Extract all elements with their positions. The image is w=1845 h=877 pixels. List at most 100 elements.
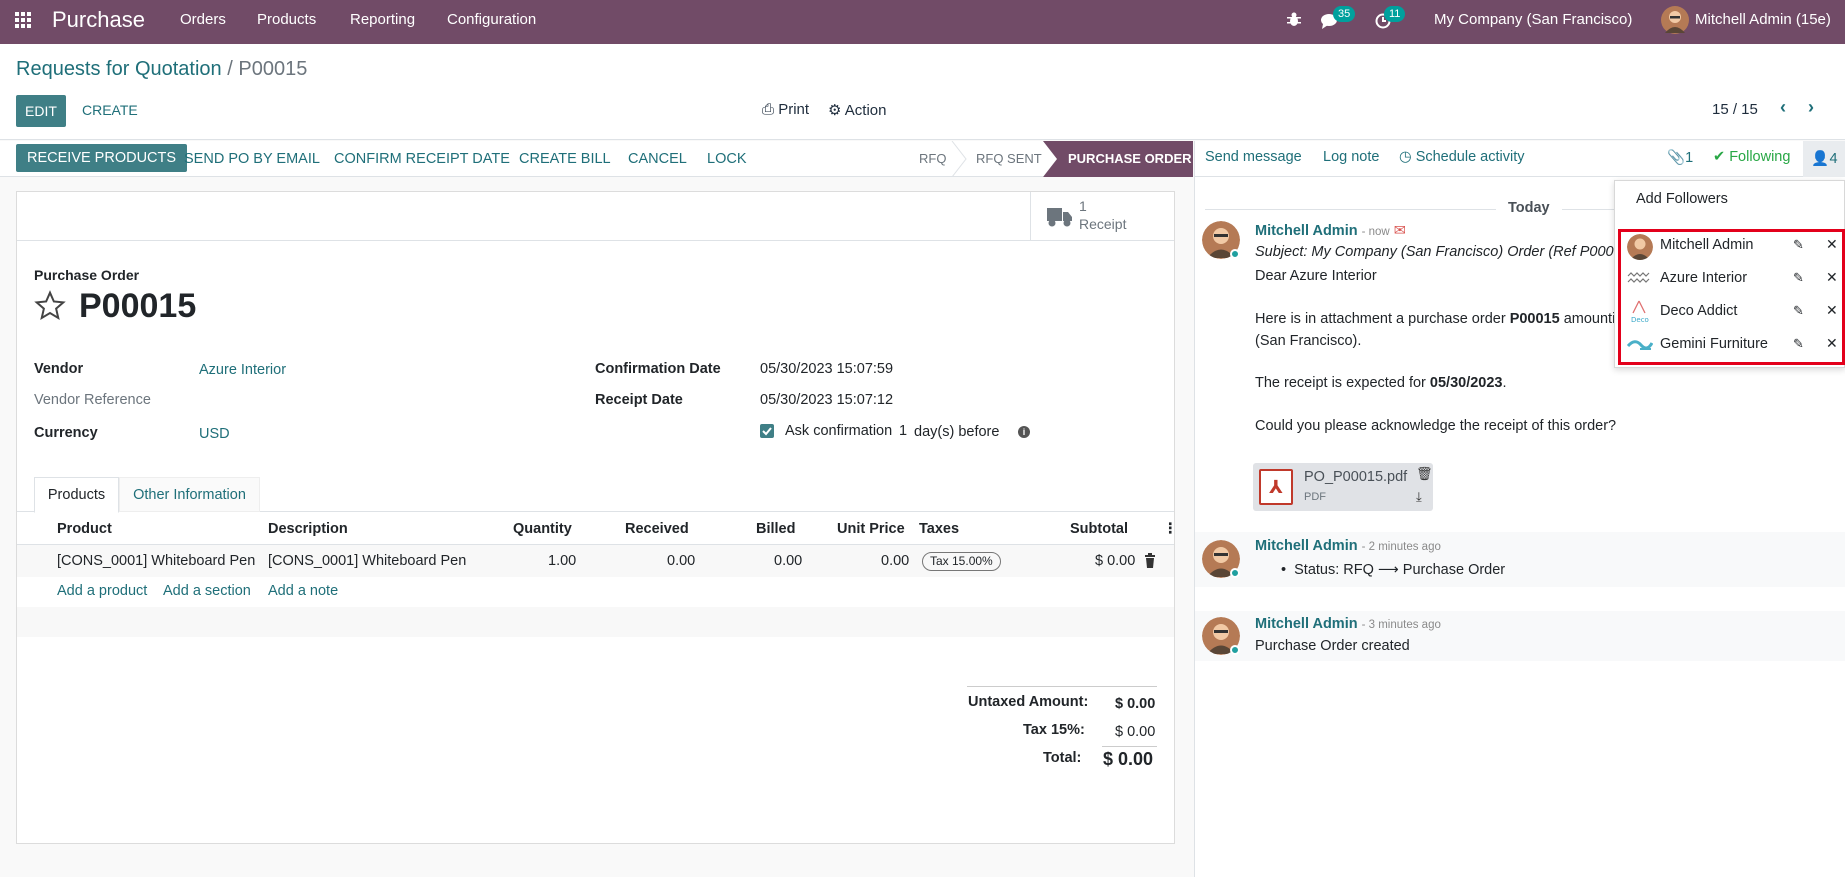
table-row[interactable]: [CONS_0001] Whiteboard Pen [CONS_0001] W… — [17, 545, 1174, 577]
create-bill-button[interactable]: CREATE BILL — [519, 141, 611, 177]
column-product[interactable]: Product — [57, 513, 112, 545]
follower-item[interactable]: Azure Interior ✎ ✕ — [1615, 263, 1845, 296]
tab-products[interactable]: Products — [34, 477, 119, 513]
follower-item[interactable]: Gemini Furniture ✎ ✕ — [1615, 329, 1845, 362]
message-header: Mitchell Admin - 2 minutes ago — [1255, 538, 1441, 554]
menu-products[interactable]: Products — [257, 0, 316, 44]
column-received[interactable]: Received — [625, 513, 689, 545]
line-product[interactable]: [CONS_0001] Whiteboard Pen — [57, 545, 255, 577]
column-description[interactable]: Description — [268, 513, 348, 545]
pencil-icon[interactable]: ✎ — [1793, 237, 1804, 253]
follower-name[interactable]: Gemini Furniture — [1660, 336, 1768, 352]
user-menu[interactable]: Mitchell Admin (15e) — [1695, 0, 1831, 44]
create-button[interactable]: CREATE — [82, 102, 138, 118]
attachment-delete-icon[interactable]: 🗑 — [1416, 466, 1433, 482]
send-message-button[interactable]: Send message — [1205, 149, 1302, 165]
optional-columns-kebab-icon[interactable]: ⋮ — [1163, 513, 1178, 545]
column-subtotal[interactable]: Subtotal — [1070, 513, 1128, 545]
pager-previous-icon[interactable]: ‹ — [1780, 97, 1786, 118]
add-product-link[interactable]: Add a product — [57, 577, 147, 605]
line-billed[interactable]: 0.00 — [774, 545, 802, 577]
app-name[interactable]: Purchase — [52, 0, 145, 44]
column-taxes[interactable]: Taxes — [919, 513, 959, 545]
receive-products-button[interactable]: RECEIVE PRODUCTS — [16, 144, 188, 172]
log-note-button[interactable]: Log note — [1323, 149, 1379, 165]
add-followers-item[interactable]: Add Followers — [1636, 191, 1728, 207]
action-button[interactable]: ⚙ Action — [828, 101, 887, 119]
message-author[interactable]: Mitchell Admin — [1255, 616, 1358, 632]
column-quantity[interactable]: Quantity — [513, 513, 572, 545]
user-avatar[interactable] — [1661, 6, 1689, 34]
menu-orders[interactable]: Orders — [180, 0, 226, 44]
print-button[interactable]: ⎙ Print — [762, 101, 809, 118]
totals-top-line — [967, 686, 1157, 687]
confirm-receipt-date-button[interactable]: CONFIRM RECEIPT DATE — [334, 141, 510, 177]
ask-confirmation-days-input[interactable]: 1 — [899, 423, 907, 439]
pencil-icon[interactable]: ✎ — [1793, 336, 1804, 352]
remove-close-icon[interactable]: ✕ — [1826, 335, 1838, 352]
add-note-link[interactable]: Add a note — [268, 577, 338, 605]
follower-name[interactable]: Deco Addict — [1660, 303, 1737, 319]
pager-next-icon[interactable]: › — [1808, 97, 1814, 118]
line-received[interactable]: 0.00 — [667, 545, 695, 577]
message-author[interactable]: Mitchell Admin — [1255, 223, 1358, 239]
attachment-download-icon[interactable]: ⤓ — [1416, 489, 1422, 505]
message-header: Mitchell Admin - 3 minutes ago — [1255, 616, 1441, 632]
online-status-dot — [1230, 568, 1240, 578]
breadcrumb-separator: / — [227, 58, 233, 80]
smart-button-receipt[interactable]: 1 Receipt — [1030, 192, 1175, 240]
remove-close-icon[interactable]: ✕ — [1826, 269, 1838, 286]
schedule-activity-button[interactable]: ◷ Schedule activity — [1399, 149, 1525, 165]
message-author[interactable]: Mitchell Admin — [1255, 538, 1358, 554]
line-tax-badge[interactable]: Tax 15.00% — [922, 552, 1001, 571]
stage-rfq-sent[interactable]: RFQ SENT — [976, 141, 1042, 177]
control-panel: Requests for Quotation / P00015 EDIT CRE… — [0, 44, 1845, 140]
line-subtotal: $ 0.00 — [1095, 553, 1136, 569]
following-button[interactable]: ✔ Following — [1713, 149, 1790, 165]
star-favorite-icon[interactable] — [34, 290, 66, 322]
menu-reporting[interactable]: Reporting — [350, 0, 415, 44]
column-billed[interactable]: Billed — [756, 513, 795, 545]
currency-field[interactable]: USD — [199, 426, 230, 442]
apps-menu-icon[interactable] — [14, 0, 32, 44]
attachment-card[interactable]: ⅄ PO_P00015.pdf PDF 🗑 ⤓ — [1253, 463, 1433, 511]
tracking-field: Status: RFQ — [1294, 562, 1374, 578]
attachments-button[interactable]: 📎1 — [1667, 149, 1693, 166]
attachment-type: PDF — [1304, 491, 1326, 503]
followers-button[interactable]: 👤4 — [1803, 141, 1845, 177]
document-name: P00015 — [79, 287, 197, 325]
remove-close-icon[interactable]: ✕ — [1826, 236, 1838, 253]
follower-item[interactable]: Deco Deco Addict ✎ ✕ — [1615, 296, 1845, 329]
line-quantity[interactable]: 1.00 — [548, 545, 576, 577]
vendor-field[interactable]: Azure Interior — [199, 362, 286, 378]
follower-name[interactable]: Mitchell Admin — [1660, 237, 1753, 253]
print-label: Print — [778, 101, 810, 118]
cancel-button[interactable]: CANCEL — [628, 141, 687, 177]
follower-name[interactable]: Azure Interior — [1660, 270, 1747, 286]
vendor-reference-field[interactable] — [199, 388, 529, 410]
ask-confirmation-checkbox[interactable] — [760, 424, 774, 438]
confirmation-date-field[interactable]: 05/30/2023 15:07:59 — [760, 361, 893, 377]
pencil-icon[interactable]: ✎ — [1793, 270, 1804, 286]
follower-item[interactable]: Mitchell Admin ✎ ✕ — [1615, 230, 1845, 263]
receipt-date-field[interactable]: 05/30/2023 15:07:12 — [760, 392, 893, 408]
stage-purchase-order[interactable]: PURCHASE ORDER — [1043, 141, 1193, 177]
add-section-link[interactable]: Add a section — [163, 577, 251, 605]
edit-button[interactable]: EDIT — [16, 95, 66, 127]
menu-configuration[interactable]: Configuration — [447, 0, 536, 44]
pencil-icon[interactable]: ✎ — [1793, 303, 1804, 319]
clock-icon: ◷ — [1399, 149, 1412, 165]
stage-rfq[interactable]: RFQ — [919, 141, 946, 177]
company-switcher[interactable]: My Company (San Francisco) — [1434, 0, 1632, 44]
tab-other-information[interactable]: Other Information — [119, 477, 260, 512]
column-unit-price[interactable]: Unit Price — [837, 513, 905, 545]
pager-value[interactable]: 15 / 15 — [1712, 101, 1758, 118]
remove-close-icon[interactable]: ✕ — [1826, 302, 1838, 319]
send-po-by-email-button[interactable]: SEND PO BY EMAIL — [184, 141, 320, 177]
debug-bug-icon[interactable] — [1287, 0, 1301, 44]
line-unit-price[interactable]: 0.00 — [881, 545, 909, 577]
line-description[interactable]: [CONS_0001] Whiteboard Pen — [268, 545, 466, 577]
lock-button[interactable]: LOCK — [707, 141, 747, 177]
breadcrumb-parent[interactable]: Requests for Quotation — [16, 58, 222, 80]
info-icon[interactable]: i — [1018, 426, 1030, 438]
